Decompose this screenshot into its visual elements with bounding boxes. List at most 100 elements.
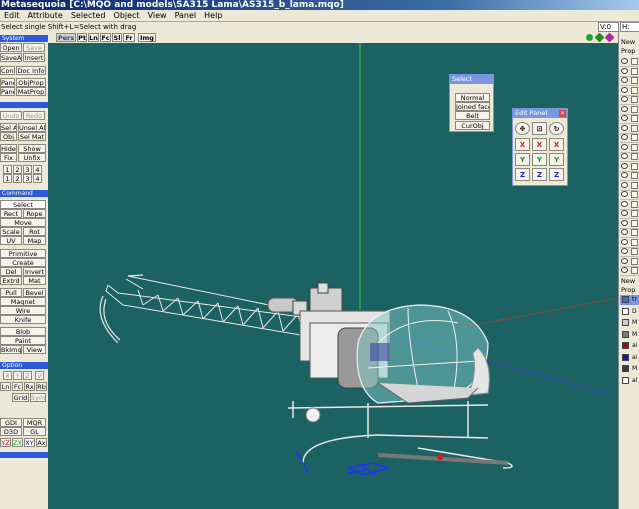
insert-button[interactable]: Insert (23, 53, 45, 62)
object-row[interactable] (620, 190, 639, 200)
material-row[interactable]: M (620, 330, 639, 340)
paint-button[interactable]: Paint (0, 336, 46, 345)
object-row[interactable] (620, 152, 639, 162)
visibility-eye-icon[interactable] (621, 86, 628, 93)
map-button[interactable]: Map (23, 236, 46, 245)
rect-select-button[interactable]: Rect (0, 209, 22, 218)
new-object-button[interactable]: New (621, 38, 639, 47)
lock-y-button[interactable]: Y (13, 371, 22, 380)
object-row[interactable] (620, 181, 639, 191)
rotate-button[interactable]: Rot (23, 227, 46, 236)
select-mode-joined-face[interactable]: Joined face (455, 102, 490, 111)
object-row[interactable] (620, 228, 639, 238)
visibility-eye-icon[interactable] (621, 267, 628, 273)
slot-4-button[interactable]: 4 (33, 165, 42, 174)
object-row[interactable] (620, 209, 639, 219)
knife-button[interactable]: Knife (0, 315, 46, 324)
tab-faces[interactable]: Fc (100, 33, 111, 42)
visibility-eye-icon[interactable] (621, 96, 628, 102)
object-row[interactable] (620, 162, 639, 172)
unfix-button[interactable]: Unfix (18, 153, 46, 162)
visibility-eye-icon[interactable] (621, 105, 628, 112)
background-image-button[interactable]: BkImg (0, 345, 22, 354)
visibility-eye-icon[interactable] (621, 162, 628, 169)
material-row[interactable]: ai (620, 353, 639, 363)
select-object-button[interactable]: Obj (0, 132, 17, 141)
object-row[interactable] (620, 200, 639, 210)
face-option-button[interactable]: Fc (12, 382, 23, 391)
material-row[interactable]: ai (620, 341, 639, 351)
blob-button[interactable]: Blob (0, 327, 46, 336)
visibility-eye-icon[interactable] (621, 238, 628, 245)
rotate-x-button[interactable]: X (549, 138, 564, 151)
visibility-eye-icon[interactable] (621, 210, 628, 216)
object-row[interactable] (620, 57, 639, 67)
visibility-eye-icon[interactable] (621, 134, 628, 140)
object-row[interactable] (620, 124, 639, 134)
menu-attribute[interactable]: Attribute (24, 10, 67, 22)
select-mode-normal[interactable]: Normal (455, 93, 490, 102)
create-button[interactable]: Create (0, 258, 46, 267)
axis-button[interactable]: Ax (36, 438, 47, 447)
visibility-eye-icon[interactable] (621, 200, 628, 207)
close-icon[interactable]: × (559, 110, 566, 117)
select-material-button[interactable]: Sel Mat (18, 132, 46, 141)
mat-prop-button[interactable]: MatProp (16, 87, 46, 96)
rotate-y-button[interactable]: Y (549, 153, 564, 166)
object-row[interactable] (620, 133, 639, 143)
grid-button[interactable]: Grid (12, 393, 29, 402)
visibility-eye-icon[interactable] (621, 219, 628, 226)
magnet-button[interactable]: Magnet (0, 297, 46, 306)
visibility-eye-icon[interactable] (621, 143, 628, 150)
config-button[interactable]: Config (0, 66, 15, 75)
object-row[interactable] (620, 95, 639, 105)
save-as-button[interactable]: SaveAs (0, 53, 22, 62)
wire-button[interactable]: Wire (0, 306, 46, 315)
rotate-view-icon[interactable] (604, 32, 615, 43)
fix-button[interactable]: Fix (0, 153, 17, 162)
bevel-button[interactable]: Bevel (23, 288, 46, 297)
tab-frame[interactable]: Fr (123, 33, 135, 42)
move-gizmo-icon[interactable]: ✥ (515, 122, 530, 135)
visibility-eye-icon[interactable] (621, 124, 628, 131)
select-mode-current-object[interactable]: CurObj (455, 121, 490, 130)
memory-1-button[interactable]: 1 (3, 174, 12, 183)
scale-button[interactable]: Scale (0, 227, 22, 236)
rx-option-button[interactable]: Rx (24, 382, 35, 391)
slot-2-button[interactable]: 2 (13, 165, 22, 174)
menu-view[interactable]: View (144, 10, 171, 22)
move-z-button[interactable]: Z (515, 168, 530, 181)
tab-image[interactable]: Img (138, 33, 156, 42)
zoom-icon[interactable] (586, 34, 593, 41)
object-row[interactable] (620, 171, 639, 181)
object-row[interactable] (620, 219, 639, 229)
memory-3-button[interactable]: 3 (23, 174, 32, 183)
pan-icon[interactable] (594, 32, 605, 43)
lock-x-button[interactable]: X (3, 371, 12, 380)
zx-plane-button[interactable]: ZX (12, 438, 23, 447)
object-row[interactable] (620, 105, 639, 115)
object-row[interactable] (620, 143, 639, 153)
view-button[interactable]: View (23, 345, 46, 354)
object-row[interactable] (620, 76, 639, 86)
object-properties-button[interactable]: Prop (621, 47, 639, 56)
slot-3-button[interactable]: 3 (23, 165, 32, 174)
memory-2-button[interactable]: 2 (13, 174, 22, 183)
visibility-eye-icon[interactable] (621, 115, 628, 121)
scale-gizmo-icon[interactable]: ⊡ (532, 122, 547, 135)
rb-option-button[interactable]: Rb (36, 382, 47, 391)
redo-button[interactable]: Redo (23, 111, 45, 120)
object-row[interactable] (620, 257, 639, 267)
material-row[interactable]: al (620, 376, 639, 386)
material-properties-button[interactable]: Prop (621, 286, 639, 295)
pull-button[interactable]: Pull (0, 288, 22, 297)
object-row[interactable] (620, 67, 639, 77)
select-all-button[interactable]: Sel All (0, 123, 17, 132)
object-row[interactable] (620, 86, 639, 96)
visibility-eye-icon[interactable] (621, 257, 628, 264)
visibility-eye-icon[interactable] (621, 58, 628, 64)
object-row[interactable] (620, 266, 639, 276)
rotate-z-button[interactable]: Z (549, 168, 564, 181)
unselect-all-button[interactable]: Unsel All (18, 123, 46, 132)
panel-button-2[interactable]: Panel (0, 87, 15, 96)
